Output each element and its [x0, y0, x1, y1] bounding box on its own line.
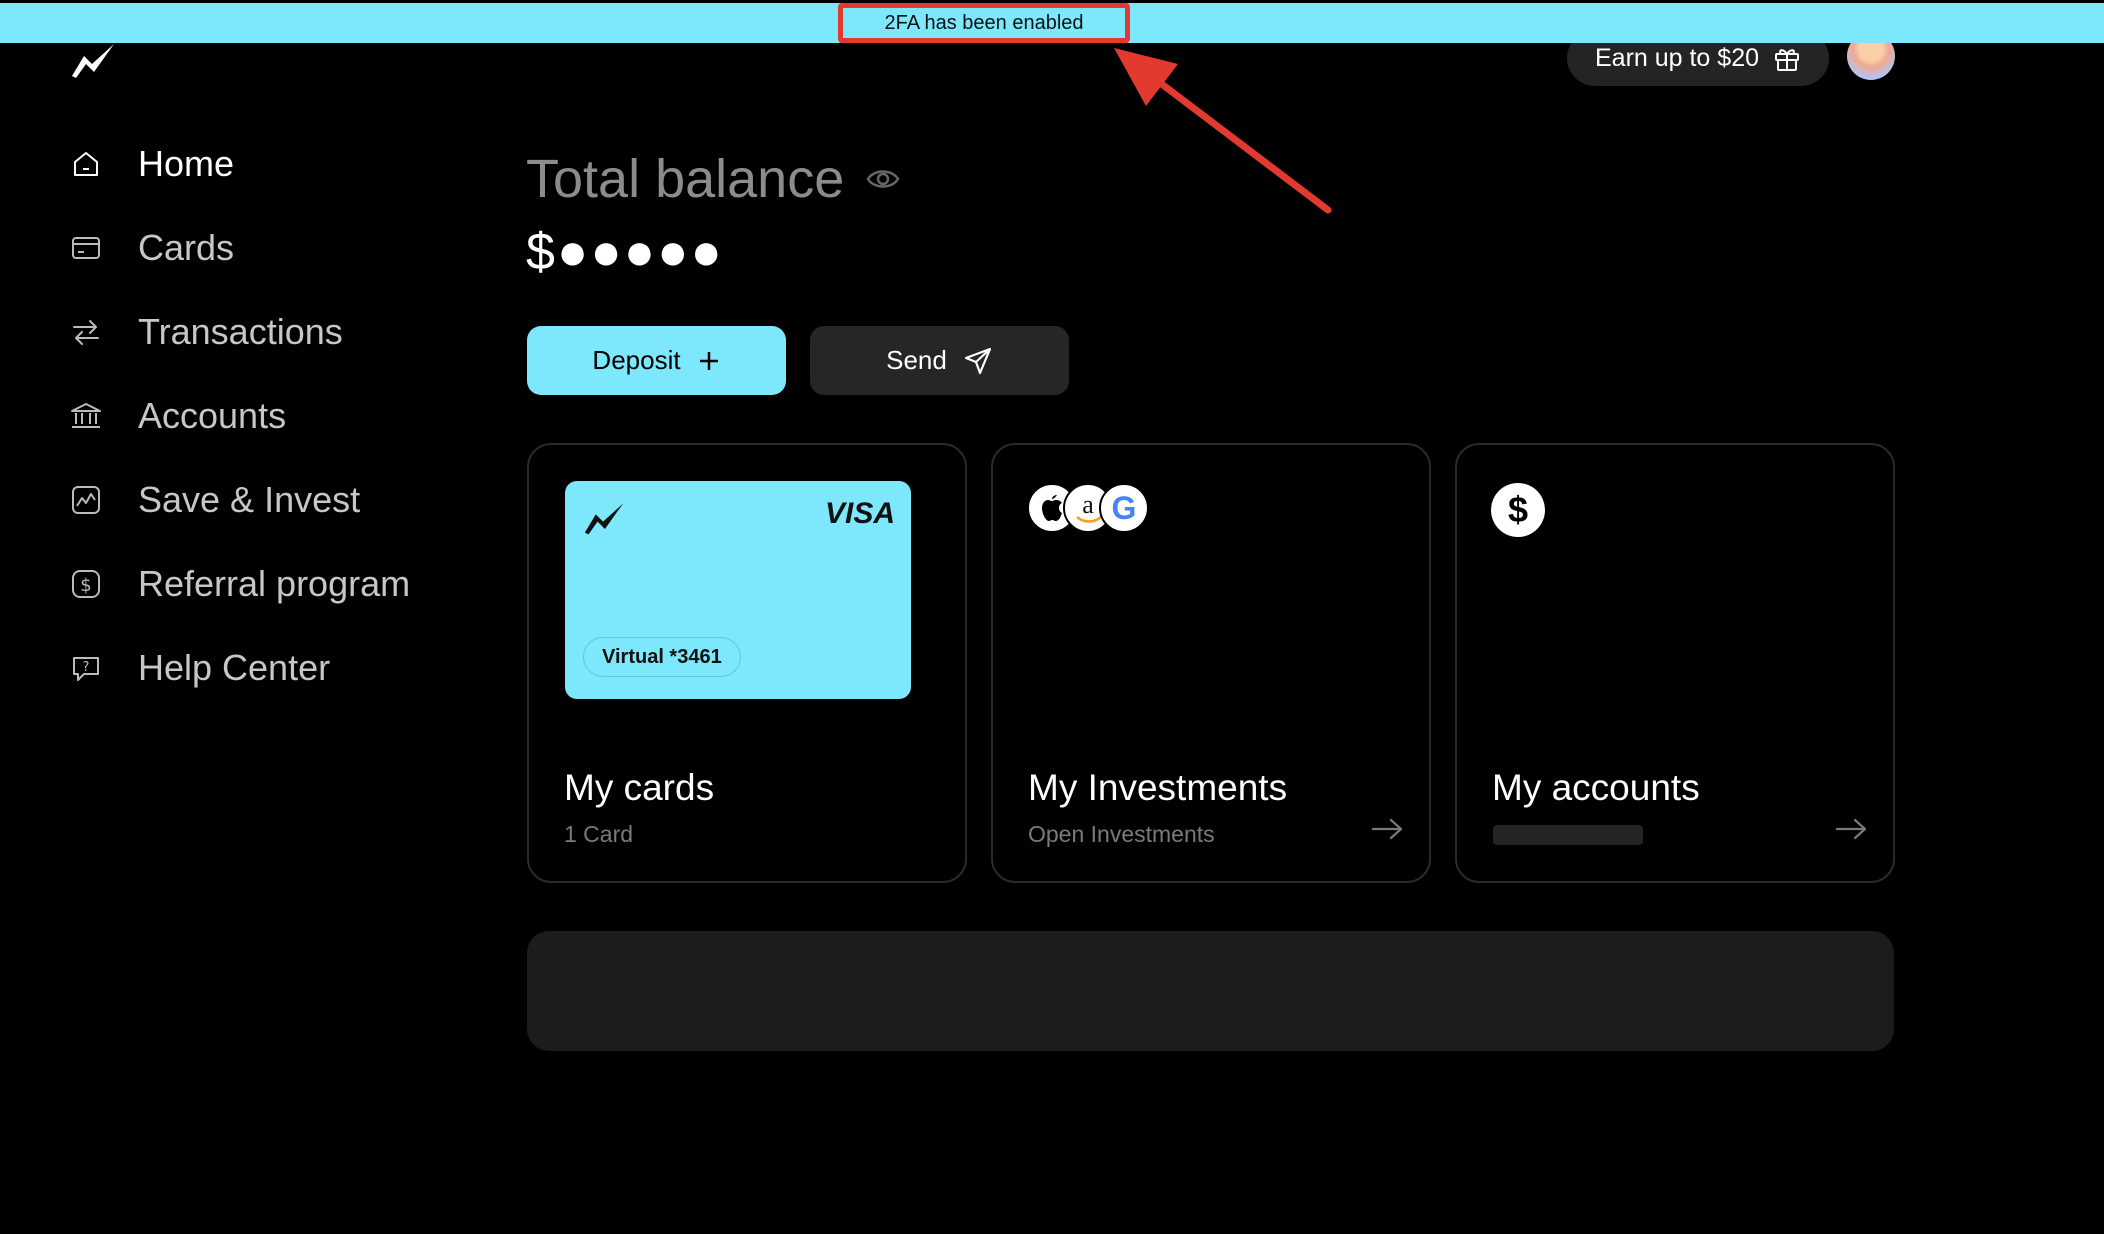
sidebar-item-accounts[interactable]: Accounts — [68, 392, 286, 440]
send-button[interactable]: Send — [810, 326, 1069, 395]
card-logo-icon — [584, 503, 624, 535]
sidebar-item-label: Cards — [138, 227, 235, 268]
tile-title: My cards — [564, 767, 715, 808]
earn-label: Earn up to $20 — [1594, 43, 1759, 72]
plus-icon — [699, 351, 718, 370]
transfer-icon — [68, 314, 104, 350]
balance-value: $●●●●● — [526, 223, 724, 281]
card-label: Virtual *3461 — [602, 645, 722, 668]
content-placeholder-panel — [527, 931, 1894, 1051]
notification-highlight-box: 2FA has been enabled — [838, 3, 1130, 43]
tile-title: My Investments — [1028, 767, 1288, 808]
send-label: Send — [886, 345, 947, 375]
help-chat-icon: ? — [68, 650, 104, 686]
gift-icon — [1775, 49, 1799, 71]
card-label-badge: Virtual *3461 — [583, 637, 741, 677]
deposit-label: Deposit — [592, 345, 681, 375]
svg-text:?: ? — [83, 660, 90, 675]
logo-icon[interactable] — [70, 42, 116, 78]
balance-title: Total balance — [526, 149, 845, 209]
sidebar-item-label: Referral program — [138, 563, 411, 604]
loading-skeleton — [1493, 825, 1643, 845]
notification-banner: 2FA has been enabled — [0, 3, 2104, 43]
sidebar-item-referral[interactable]: $ Referral program — [68, 560, 410, 608]
dollar-icon: $ — [68, 566, 104, 602]
svg-text:$: $ — [80, 575, 91, 596]
sidebar-item-label: Home — [138, 143, 235, 184]
bank-icon — [68, 398, 104, 434]
dollar-coin-icon: $ — [1491, 483, 1545, 537]
visa-logo: VISA — [824, 497, 895, 530]
my-accounts-tile[interactable]: $ My accounts — [1455, 443, 1895, 883]
tile-subtitle: Open Investments — [1028, 821, 1215, 847]
eye-icon[interactable] — [866, 165, 900, 193]
arrow-right-icon[interactable] — [1835, 817, 1869, 841]
sidebar-item-help-center[interactable]: ? Help Center — [68, 644, 330, 692]
annotation-arrow-icon — [1114, 48, 1332, 214]
virtual-card-preview[interactable]: VISA Virtual *3461 — [565, 481, 911, 699]
my-cards-tile[interactable]: VISA Virtual *3461 My cards 1 Card — [527, 443, 967, 883]
sidebar-item-save-invest[interactable]: Save & Invest — [68, 476, 360, 524]
deposit-button[interactable]: Deposit — [527, 326, 786, 395]
sidebar-item-label: Save & Invest — [138, 479, 361, 520]
balance-heading: Total balance — [526, 148, 900, 210]
arrow-right-icon[interactable] — [1371, 817, 1405, 841]
chart-icon — [68, 482, 104, 518]
sidebar-item-label: Transactions — [138, 311, 343, 352]
paper-plane-icon — [964, 347, 991, 374]
sidebar-item-transactions[interactable]: Transactions — [68, 308, 343, 356]
google-icon: G — [1099, 483, 1149, 533]
notification-text: 2FA has been enabled — [884, 11, 1084, 34]
sidebar-item-home[interactable]: Home — [68, 140, 234, 188]
my-investments-tile[interactable]: a G My Investments Open Investments — [991, 443, 1431, 883]
home-icon — [68, 146, 104, 182]
tile-title: My accounts — [1492, 767, 1700, 808]
sidebar-item-cards[interactable]: Cards — [68, 224, 234, 272]
sidebar-item-label: Accounts — [138, 395, 287, 436]
tile-subtitle: 1 Card — [564, 821, 634, 847]
card-icon — [68, 230, 104, 266]
sidebar-item-label: Help Center — [138, 647, 331, 688]
app-root: 2FA has been enabled Earn up to $20 Home — [0, 0, 2104, 1234]
